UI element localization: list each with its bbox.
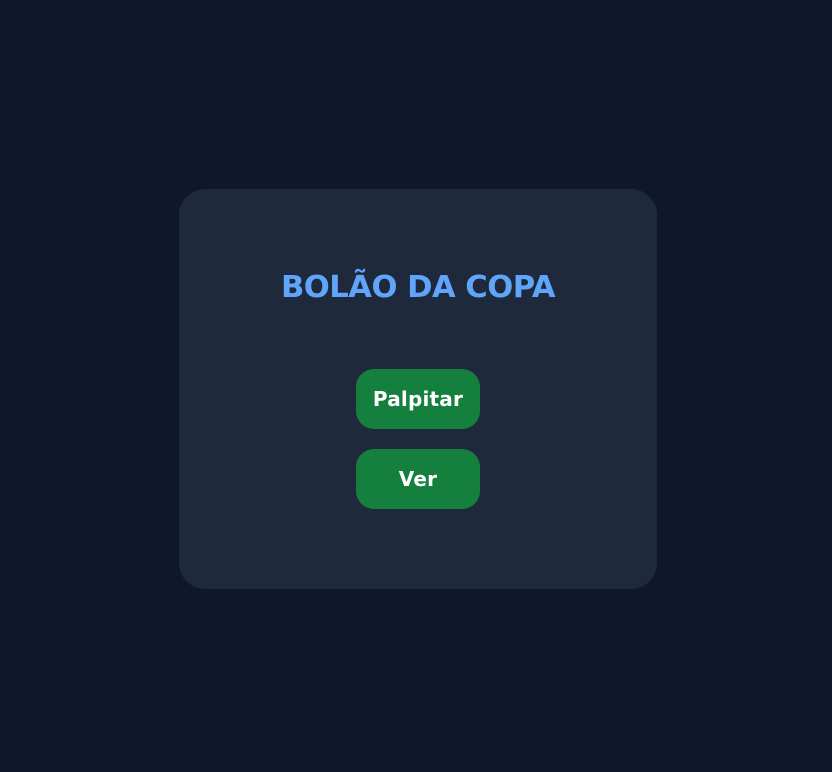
ver-button[interactable]: Ver bbox=[356, 449, 480, 509]
page-background: BOLÃO DA COPA Palpitar Ver bbox=[0, 0, 832, 772]
palpitar-button[interactable]: Palpitar bbox=[356, 369, 480, 429]
app-title: BOLÃO DA COPA bbox=[280, 270, 556, 305]
